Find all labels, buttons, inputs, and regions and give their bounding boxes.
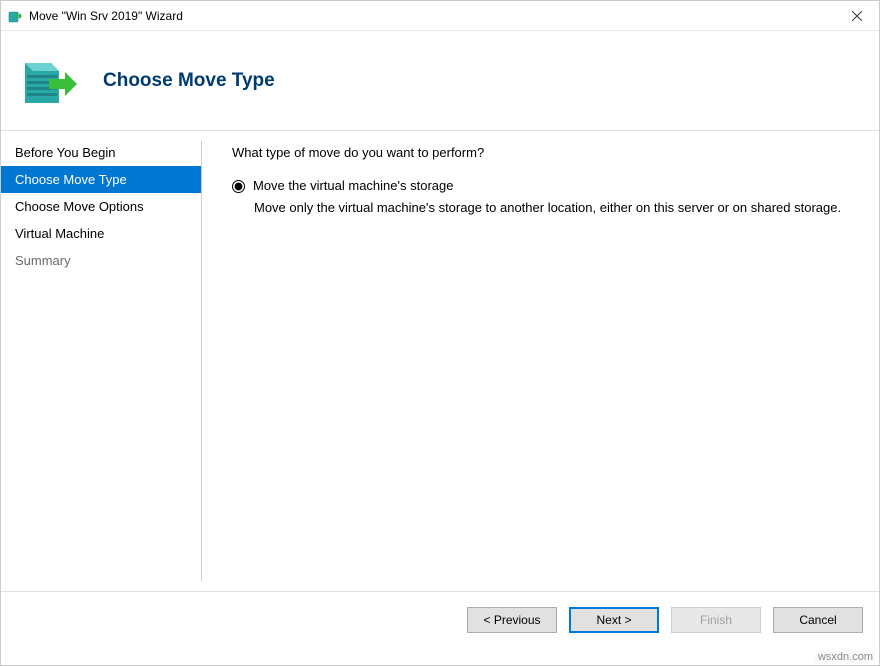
app-icon <box>7 8 23 24</box>
previous-button[interactable]: < Previous <box>467 607 557 633</box>
close-icon <box>852 11 862 21</box>
wizard-body: Before You Begin Choose Move Type Choose… <box>1 131 879 591</box>
wizard-banner: Choose Move Type <box>1 31 879 131</box>
title-bar: Move "Win Srv 2019" Wizard <box>1 1 879 31</box>
close-button[interactable] <box>834 1 879 31</box>
server-move-icon <box>17 51 77 111</box>
watermark: wsxdn.com <box>815 650 876 664</box>
wizard-page-content: What type of move do you want to perform… <box>202 131 879 591</box>
window-title: Move "Win Srv 2019" Wizard <box>29 9 834 23</box>
sidebar-item-choose-move-options[interactable]: Choose Move Options <box>1 193 201 220</box>
sidebar-item-virtual-machine[interactable]: Virtual Machine <box>1 220 201 247</box>
cancel-button[interactable]: Cancel <box>773 607 863 633</box>
page-title: Choose Move Type <box>103 70 275 92</box>
next-button[interactable]: Next > <box>569 607 659 633</box>
wizard-button-bar: < Previous Next > Finish Cancel <box>1 591 879 647</box>
sidebar-item-summary[interactable]: Summary <box>1 247 201 274</box>
option-move-storage[interactable]: Move the virtual machine's storage <box>232 178 857 193</box>
sidebar-item-choose-move-type[interactable]: Choose Move Type <box>1 166 201 193</box>
option-move-storage-radio[interactable] <box>232 180 245 193</box>
move-type-question: What type of move do you want to perform… <box>232 145 857 160</box>
option-move-storage-label: Move the virtual machine's storage <box>253 178 453 193</box>
finish-button: Finish <box>671 607 761 633</box>
wizard-steps-sidebar: Before You Begin Choose Move Type Choose… <box>1 131 201 591</box>
sidebar-item-before-you-begin[interactable]: Before You Begin <box>1 139 201 166</box>
option-move-storage-description: Move only the virtual machine's storage … <box>254 199 857 217</box>
